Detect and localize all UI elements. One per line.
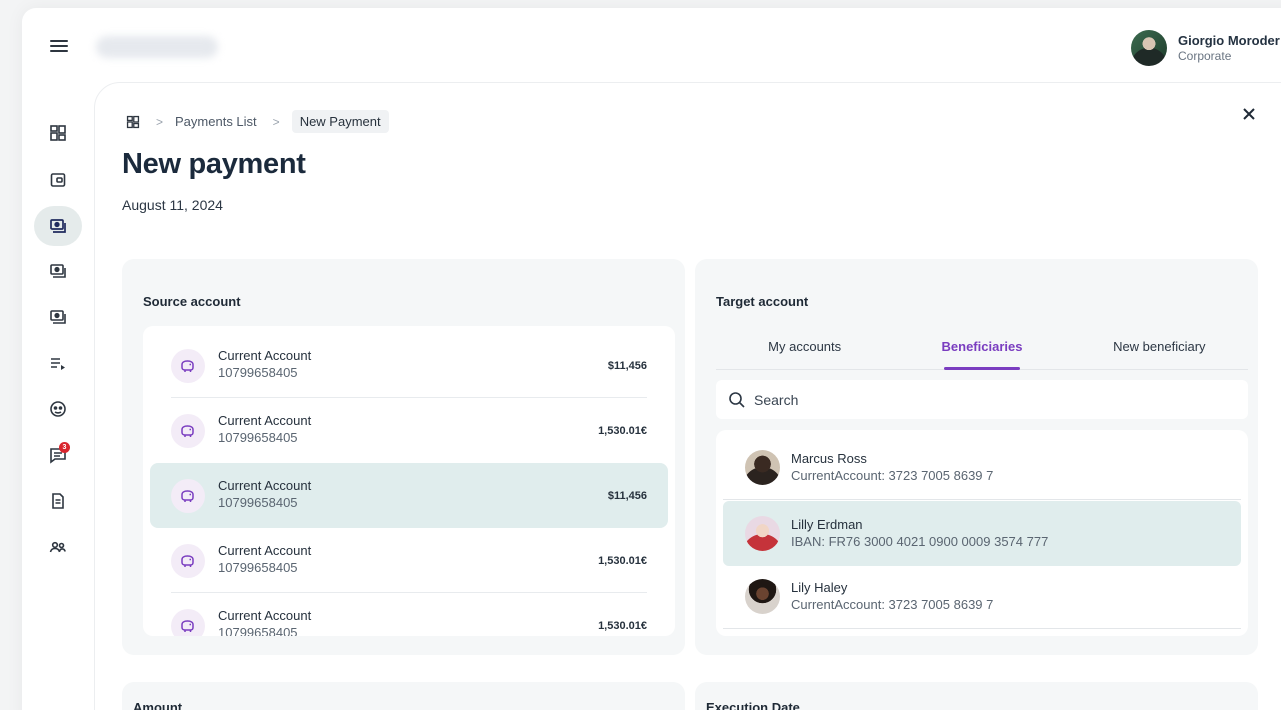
payments-icon — [50, 219, 66, 233]
list-item[interactable]: Current Account 10799658405 $11,456 — [150, 333, 668, 398]
search-input[interactable] — [754, 391, 1234, 408]
account-name: Current Account — [218, 608, 312, 623]
execution-date-title: Execution Date — [706, 700, 800, 710]
rail-item-support[interactable] — [34, 389, 82, 429]
document-icon — [52, 493, 64, 509]
beneficiary-detail: IBAN: FR76 3000 4021 0900 0009 3574 777 — [791, 534, 1049, 549]
tab-new-beneficiary[interactable]: New beneficiary — [1071, 330, 1248, 369]
account-balance: 1,530.01€ — [598, 555, 647, 567]
search-icon — [729, 391, 745, 408]
list-item[interactable]: Current Account 10799658405 1,530.01€ — [150, 528, 668, 593]
account-number: 10799658405 — [218, 430, 298, 445]
menu-icon[interactable] — [50, 38, 68, 54]
wallet-icon — [50, 173, 66, 187]
list-play-icon — [51, 358, 65, 370]
account-balance: 1,530.01€ — [598, 620, 647, 632]
rail-item-payments-active[interactable] — [34, 206, 82, 246]
support-icon — [50, 401, 66, 417]
piggy-bank-icon — [171, 544, 205, 578]
beneficiary-detail: CurrentAccount: 3723 7005 8639 7 — [791, 468, 994, 483]
account-name: Current Account — [218, 413, 312, 428]
account-balance: 1,530.01€ — [598, 425, 647, 437]
breadcrumb-current: New Payment — [291, 110, 389, 133]
piggy-bank-icon — [171, 414, 205, 448]
user-role: Corporate — [1178, 48, 1232, 63]
rail-item-dashboard[interactable] — [34, 113, 82, 153]
divider — [723, 499, 1241, 500]
beneficiary-name: Marcus Ross — [791, 451, 867, 466]
user-name: Giorgio Moroder — [1178, 32, 1280, 48]
list-item[interactable]: Lily Haley CurrentAccount: 3723 7005 863… — [723, 564, 1241, 629]
users-icon — [49, 541, 66, 553]
amount-title: Amount — [133, 700, 183, 710]
rail-item-documents[interactable] — [34, 481, 82, 521]
beneficiary-list[interactable]: Marcus Ross CurrentAccount: 3723 7005 86… — [716, 430, 1248, 636]
search-box[interactable] — [716, 380, 1248, 419]
account-number: 10799658405 — [218, 495, 298, 510]
chevron-right-icon: > — [272, 114, 280, 129]
avatar — [745, 579, 780, 614]
piggy-bank-icon — [171, 479, 205, 513]
payments-icon — [50, 310, 66, 324]
rail-item-messages[interactable]: 3 — [34, 435, 82, 475]
source-account-list[interactable]: Current Account 10799658405 $11,456 Curr… — [143, 326, 675, 636]
beneficiary-detail: CurrentAccount: 3723 7005 8639 7 — [791, 597, 994, 612]
notification-badge: 3 — [59, 442, 70, 453]
close-icon[interactable] — [1240, 105, 1258, 123]
rail-item-payments-2[interactable] — [34, 251, 82, 291]
rail-item-wallet[interactable] — [34, 160, 82, 200]
dashboard-icon — [50, 125, 66, 141]
rail-item-users[interactable] — [34, 527, 82, 567]
piggy-bank-icon — [171, 609, 205, 636]
list-item[interactable]: Marcus Ross CurrentAccount: 3723 7005 86… — [723, 435, 1241, 500]
list-item[interactable]: Current Account 10799658405 1,530.01€ — [150, 398, 668, 463]
logo — [96, 36, 218, 58]
account-name: Current Account — [218, 543, 312, 558]
tab-beneficiaries[interactable]: Beneficiaries — [893, 330, 1070, 369]
page-date: August 11, 2024 — [122, 197, 223, 213]
account-balance: $11,456 — [607, 360, 647, 372]
amount-card — [122, 682, 685, 710]
breadcrumb-payments-list[interactable]: Payments List — [175, 114, 257, 129]
user-profile[interactable]: Giorgio Moroder Corporate — [1131, 30, 1280, 66]
chevron-right-icon: > — [156, 114, 164, 129]
account-name: Current Account — [218, 478, 312, 493]
account-number: 10799658405 — [218, 365, 298, 380]
account-number: 10799658405 — [218, 625, 298, 636]
payments-icon — [50, 264, 66, 278]
rail-item-payments-3[interactable] — [34, 297, 82, 337]
account-balance: $11,456 — [607, 490, 647, 502]
list-item-selected[interactable]: Lilly Erdman IBAN: FR76 3000 4021 0900 0… — [723, 501, 1241, 566]
avatar — [1131, 30, 1167, 66]
source-account-title: Source account — [143, 294, 241, 309]
piggy-bank-icon — [171, 349, 205, 383]
list-item[interactable]: Current Account 10799658405 1,530.01€ — [150, 593, 668, 636]
avatar — [745, 450, 780, 485]
breadcrumb: > Payments List > New Payment — [126, 109, 389, 134]
dashboard-icon[interactable] — [126, 115, 140, 129]
divider — [723, 628, 1241, 629]
target-tabs: My accounts Beneficiaries New beneficiar… — [716, 330, 1248, 370]
avatar — [745, 516, 780, 551]
list-item-selected[interactable]: Current Account 10799658405 $11,456 — [150, 463, 668, 528]
target-account-title: Target account — [716, 294, 809, 309]
beneficiary-name: Lily Haley — [791, 580, 848, 595]
account-number: 10799658405 — [218, 560, 298, 575]
rail-item-queue[interactable] — [34, 343, 82, 383]
page-title: New payment — [122, 148, 306, 180]
tab-my-accounts[interactable]: My accounts — [716, 330, 893, 369]
beneficiary-name: Lilly Erdman — [791, 517, 863, 532]
account-name: Current Account — [218, 348, 312, 363]
